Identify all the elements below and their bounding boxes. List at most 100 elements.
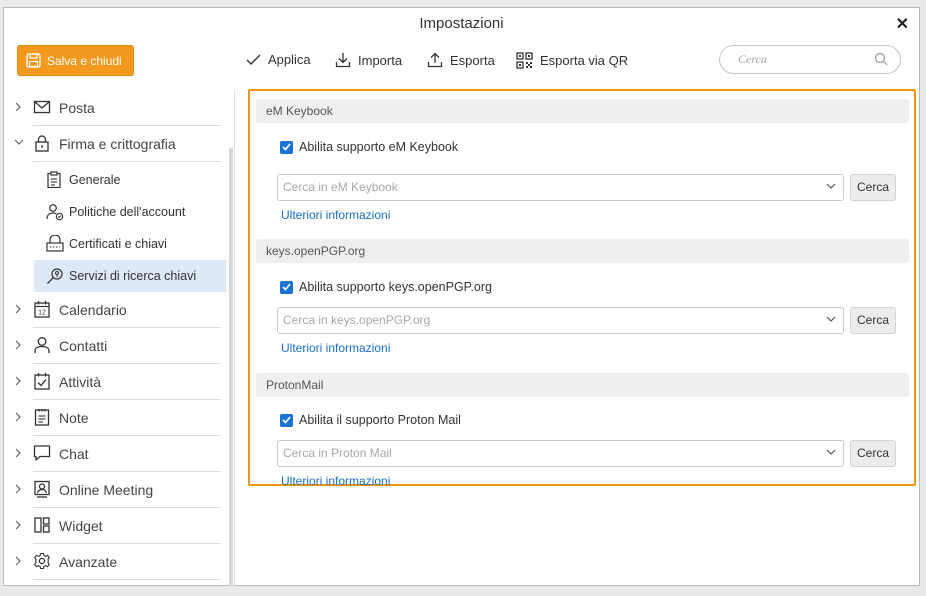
clipboard-icon (47, 171, 61, 188)
key-search-services-panel: eM Keybook Abilita supporto eM Keybook C… (248, 89, 916, 488)
em-keybook-search-button[interactable]: Cerca (850, 174, 896, 201)
sidebar-subitem-certificati-chiavi[interactable]: Certificati e chiavi (34, 228, 226, 260)
checkbox-checked-icon[interactable] (280, 413, 293, 427)
divider (33, 161, 221, 162)
keys-openpgp-more-info-link[interactable]: Ulteriori informazioni (281, 341, 390, 355)
checkbox-keys-openpgp[interactable]: Abilita supporto keys.openPGP.org (280, 280, 492, 294)
sidebar-subitem-servizi-ricerca-chiavi[interactable]: Servizi di ricerca chiavi (34, 260, 226, 292)
sidebar-item-calendario[interactable]: 12 Calendario (4, 292, 221, 328)
combo-placeholder: Cerca in Proton Mail (283, 446, 392, 460)
checkbox-checked-icon[interactable] (280, 140, 293, 154)
save-and-close-label: Salva e chiudi (47, 53, 122, 68)
sidebar-item-label: Chat (59, 446, 89, 462)
export-button[interactable]: Esporta (427, 52, 495, 68)
sidebar-item-online-meeting[interactable]: Online Meeting (4, 472, 221, 508)
sidebar-subitem-label: Certificati e chiavi (69, 237, 167, 251)
em-keybook-search-combo[interactable]: Cerca in eM Keybook (277, 174, 844, 201)
sidebar-subitem-label: Servizi di ricerca chiavi (69, 269, 197, 283)
user-policy-icon (46, 204, 64, 221)
title-bar: Impostazioni ✕ (4, 8, 919, 40)
checkmark-icon (246, 54, 261, 65)
task-icon (34, 373, 50, 390)
sidebar-divider (234, 90, 235, 586)
sidebar-item-avanzate[interactable]: Avanzate (4, 544, 221, 580)
chevron-right-icon (15, 448, 21, 458)
qr-code-icon (516, 52, 533, 69)
sidebar-item-label: Calendario (59, 302, 127, 318)
sidebar-item-widget[interactable]: Widget (4, 508, 221, 544)
divider (33, 579, 221, 580)
export-qr-button[interactable]: Esporta via QR (516, 52, 628, 69)
settings-window: Impostazioni ✕ Salva e chiudi Applica Im… (3, 7, 920, 586)
sidebar-item-label: Online Meeting (59, 482, 154, 498)
chevron-down-icon (826, 316, 836, 322)
chevron-down-icon (14, 139, 24, 145)
checkbox-label: Abilita supporto keys.openPGP.org (299, 280, 492, 294)
chevron-right-icon (15, 102, 21, 112)
toolbar: Salva e chiudi Applica Importa Esporta E… (4, 40, 919, 90)
search-icon (874, 52, 888, 66)
sidebar-scrollbar[interactable] (229, 148, 233, 586)
sidebar-subitem-label: Generale (69, 173, 121, 187)
import-icon (335, 53, 351, 68)
checkbox-label: Abilita supporto eM Keybook (299, 140, 459, 154)
apply-label: Applica (268, 52, 311, 67)
certificate-icon (46, 235, 64, 252)
widget-icon (34, 517, 50, 533)
sidebar-item-label: Avanzate (59, 554, 118, 570)
person-icon (34, 337, 50, 353)
combo-placeholder: Cerca in keys.openPGP.org (283, 313, 431, 327)
close-icon[interactable]: ✕ (896, 14, 909, 34)
export-qr-label: Esporta via QR (540, 53, 629, 68)
gear-icon (34, 552, 50, 570)
apply-button[interactable]: Applica (246, 52, 311, 67)
sidebar-item-chat[interactable]: Chat (4, 436, 221, 472)
checkbox-label: Abilita il supporto Proton Mail (299, 413, 461, 427)
svg-text:12: 12 (38, 310, 46, 317)
sidebar-item-label: Widget (59, 518, 103, 534)
keys-openpgp-search-button[interactable]: Cerca (850, 307, 896, 334)
checkbox-checked-icon[interactable] (280, 280, 293, 294)
sidebar-item-label: Contatti (59, 338, 108, 354)
sidebar-item-label: Posta (59, 100, 95, 116)
save-icon (26, 53, 41, 68)
chevron-right-icon (15, 520, 21, 530)
checkbox-em-keybook[interactable]: Abilita supporto eM Keybook (280, 140, 458, 154)
lock-icon (35, 135, 49, 152)
calendar-icon: 12 (34, 301, 50, 318)
chevron-right-icon (15, 340, 21, 350)
window-title: Impostazioni (419, 15, 504, 32)
sidebar-subitem-label: Politiche dell'account (69, 205, 186, 219)
chevron-right-icon (15, 484, 21, 494)
checkbox-protonmail[interactable]: Abilita il supporto Proton Mail (280, 413, 461, 427)
keys-openpgp-search-combo[interactable]: Cerca in keys.openPGP.org (277, 307, 844, 334)
chevron-down-icon (826, 183, 836, 189)
protonmail-search-button[interactable]: Cerca (850, 440, 896, 467)
combo-placeholder: Cerca in eM Keybook (283, 180, 398, 194)
sidebar-item-attivita[interactable]: Attività (4, 364, 221, 400)
protonmail-more-info-link[interactable]: Ulteriori informazioni (281, 474, 390, 488)
chat-icon (33, 445, 51, 461)
chevron-right-icon (15, 412, 21, 422)
sidebar-subitem-politiche-account[interactable]: Politiche dell'account (34, 196, 226, 228)
import-label: Importa (358, 52, 403, 68)
em-keybook-more-info-link[interactable]: Ulteriori informazioni (281, 208, 390, 222)
sidebar-item-firma-crittografia[interactable]: Firma e crittografia (4, 126, 221, 162)
section-header-keys-openpgp: keys.openPGP.org (256, 239, 909, 263)
protonmail-search-combo[interactable]: Cerca in Proton Mail (277, 440, 844, 467)
sidebar-subitem-generale[interactable]: Generale (34, 164, 226, 196)
sidebar-item-note[interactable]: Note (4, 400, 221, 436)
chevron-right-icon (15, 304, 21, 314)
sidebar-item-label: Attività (59, 374, 102, 390)
import-button[interactable]: Importa (335, 52, 402, 68)
note-icon (34, 409, 50, 426)
search-input[interactable] (738, 52, 868, 67)
export-label: Esporta (450, 52, 495, 68)
search-box[interactable] (719, 45, 901, 74)
sidebar-item-posta[interactable]: Posta (4, 90, 221, 126)
save-and-close-button[interactable]: Salva e chiudi (17, 45, 134, 76)
sidebar: Posta Firma e crittografia Generale Poli… (4, 90, 229, 586)
sidebar-item-contatti[interactable]: Contatti (4, 328, 221, 364)
section-header-protonmail: ProtonMail (256, 373, 909, 397)
mail-icon (33, 100, 51, 114)
